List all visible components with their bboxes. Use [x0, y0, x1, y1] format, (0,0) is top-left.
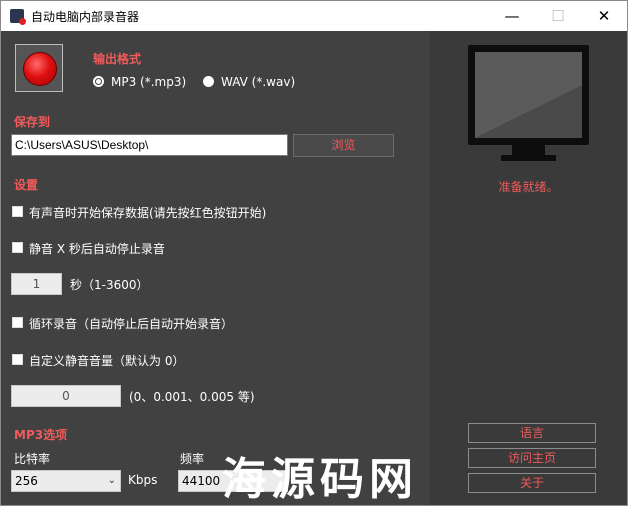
auto-stop-label[interactable]: 静音 X 秒后自动停止录音	[29, 240, 165, 257]
homepage-button[interactable]: 访问主页	[468, 448, 596, 468]
title-bar: 自动电脑内部录音器 — ☐ ✕	[1, 1, 627, 31]
status-text: 准备就绪。	[498, 180, 559, 194]
app-icon	[10, 9, 26, 25]
wav-radio-label[interactable]: WAV (*.wav)	[221, 75, 295, 89]
record-icon	[23, 52, 57, 86]
browse-button[interactable]: 浏览	[293, 134, 394, 157]
bitrate-unit: Kbps	[128, 473, 158, 487]
start-on-sound-label[interactable]: 有声音时开始保存数据(请先按红色按钮开始)	[29, 204, 266, 221]
wav-radio[interactable]	[203, 76, 214, 87]
mp3-options-heading: MP3选项	[14, 428, 68, 442]
record-button[interactable]	[15, 44, 63, 92]
window-title: 自动电脑内部录音器	[31, 10, 140, 24]
mp3-radio-label[interactable]: MP3 (*.mp3)	[111, 75, 186, 89]
output-format-heading: 输出格式	[93, 52, 142, 66]
bitrate-select[interactable]: 256 ⌄	[11, 470, 121, 492]
watermark-text: 海源码网	[222, 454, 418, 505]
seconds-range-label: 秒（1-3600）	[70, 278, 149, 292]
silence-seconds-input[interactable]: 1	[11, 273, 62, 295]
maximize-button[interactable]: ☐	[535, 1, 581, 31]
loop-recording-label[interactable]: 循环录音（自动停止后自动开始录音）	[29, 315, 233, 332]
custom-silence-label[interactable]: 自定义静音音量（默认为 0）	[29, 352, 184, 369]
side-panel: 准备就绪。 语言 访问主页 关于	[430, 31, 627, 505]
close-button[interactable]: ✕	[581, 1, 627, 31]
about-button[interactable]: 关于	[468, 473, 596, 493]
settings-heading: 设置	[14, 178, 39, 192]
main-panel: 输出格式 MP3 (*.mp3) WAV (*.wav) 保存到 C:\User…	[2, 31, 430, 505]
minimize-button[interactable]: —	[489, 1, 535, 31]
silence-level-hint: (0、0.001、0.005 等)	[129, 390, 255, 404]
auto-stop-checkbox[interactable]	[12, 242, 23, 253]
chevron-down-icon: ⌄	[107, 475, 116, 486]
bitrate-label: 比特率	[14, 452, 51, 466]
monitor-icon	[468, 45, 589, 161]
loop-recording-checkbox[interactable]	[12, 317, 23, 328]
save-to-heading: 保存到	[14, 115, 51, 129]
silence-level-input[interactable]: 0	[11, 385, 121, 407]
frequency-value: 44100	[182, 474, 221, 488]
frequency-label: 频率	[180, 452, 205, 466]
save-path-field[interactable]: C:\Users\ASUS\Desktop\	[11, 134, 288, 156]
recorder-window: 自动电脑内部录音器 — ☐ ✕ 输出格式 MP3 (*.mp3) WAV (*.…	[0, 0, 628, 506]
mp3-radio[interactable]	[93, 76, 104, 87]
custom-silence-checkbox[interactable]	[12, 354, 23, 365]
language-button[interactable]: 语言	[468, 423, 596, 443]
bitrate-value: 256	[15, 474, 38, 488]
start-on-sound-checkbox[interactable]	[12, 206, 23, 217]
